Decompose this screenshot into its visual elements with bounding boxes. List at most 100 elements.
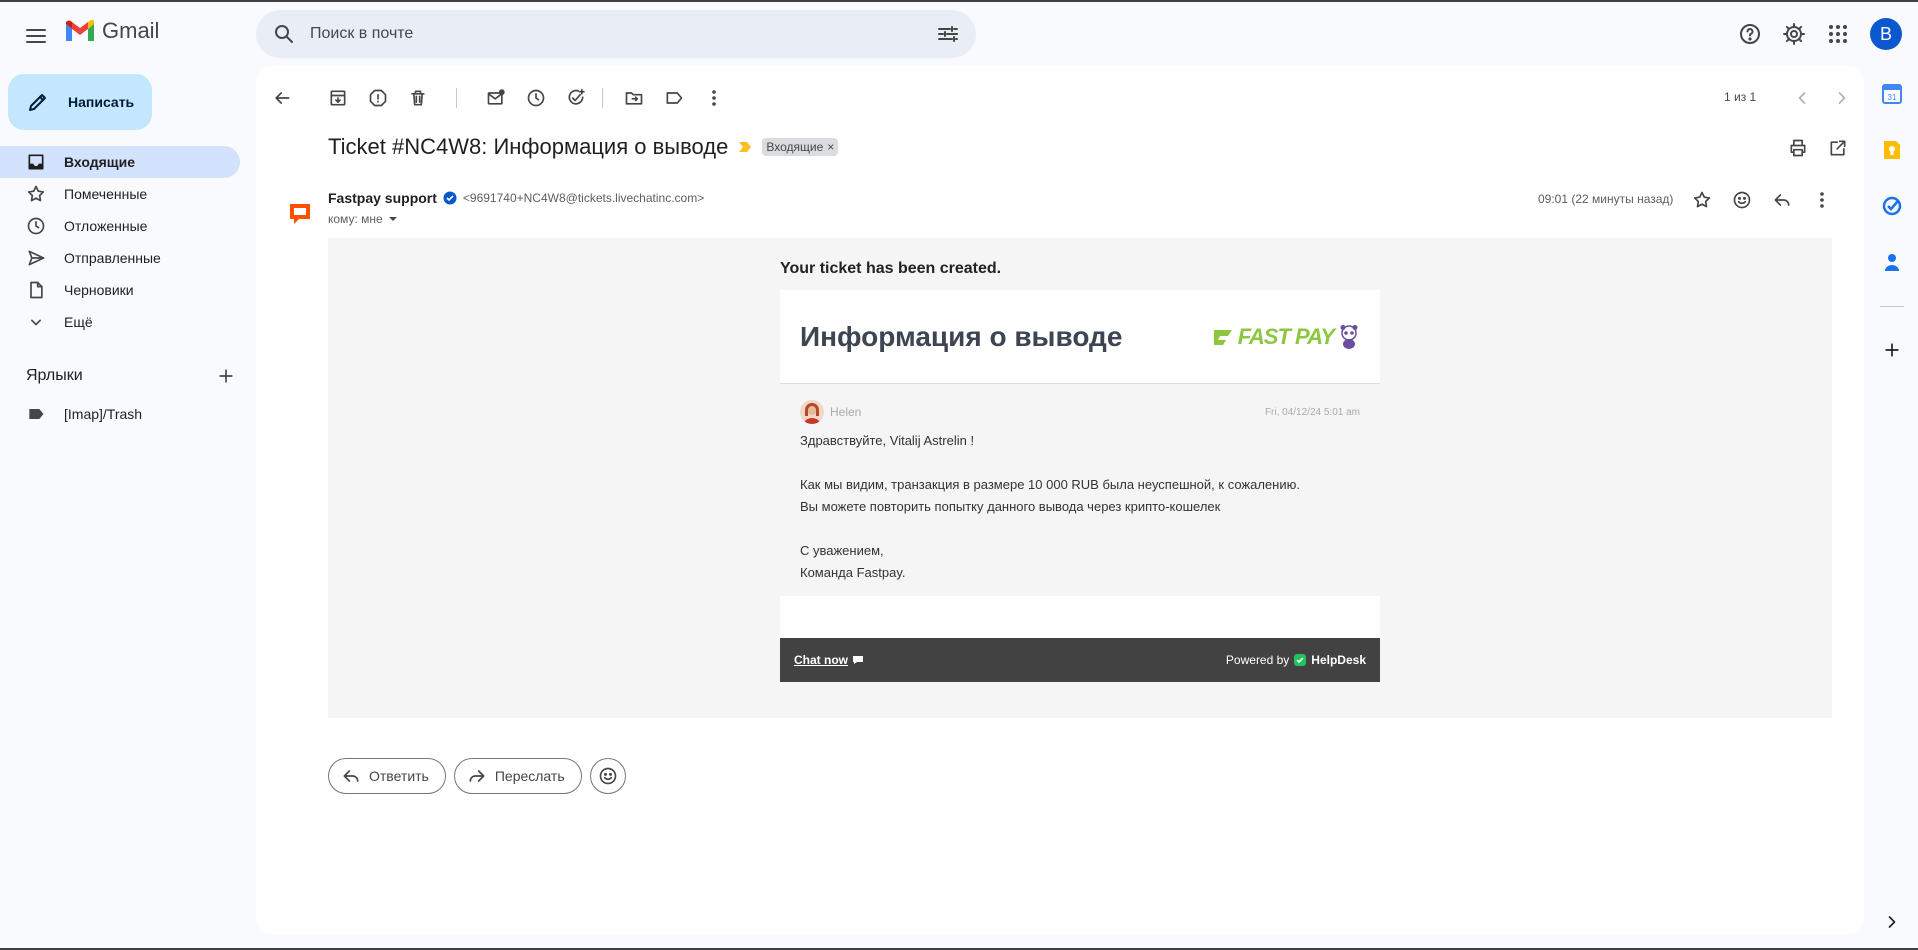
- powered-by: Powered by HelpDesk: [1226, 653, 1366, 667]
- report-spam-button[interactable]: [358, 78, 398, 118]
- sender-email: <9691740+NC4W8@tickets.livechatinc.com>: [462, 191, 705, 205]
- reply-button[interactable]: [1766, 184, 1798, 216]
- help-button[interactable]: [1734, 18, 1766, 50]
- reply-label: Ответить: [369, 768, 429, 784]
- older-button[interactable]: [1822, 78, 1862, 118]
- report-icon: [369, 89, 387, 107]
- sidebar-item-snoozed[interactable]: Отложенные: [0, 210, 240, 242]
- reply-icon: [343, 770, 359, 782]
- mark-unread-button[interactable]: [476, 78, 516, 118]
- contacts-app-button[interactable]: [1878, 248, 1906, 276]
- add-task-button[interactable]: [556, 78, 596, 118]
- open-in-new-icon: [1830, 140, 1846, 156]
- help-icon: [1740, 24, 1760, 44]
- print-button[interactable]: [1778, 128, 1818, 168]
- greeting-line: Здравствуйте, Vitalij Astrelin !: [800, 433, 975, 448]
- card-spacer: [780, 596, 1380, 638]
- recipients-toggle[interactable]: кому: мне: [328, 212, 399, 226]
- back-button[interactable]: [262, 78, 302, 118]
- get-addons-button[interactable]: [1878, 336, 1906, 364]
- newer-button[interactable]: [1782, 78, 1822, 118]
- star-icon: [1693, 191, 1711, 208]
- verified-icon: [443, 191, 457, 205]
- label-chip[interactable]: Входящие ×: [762, 138, 839, 156]
- sidebar-item-inbox[interactable]: Входящие: [0, 146, 240, 178]
- calendar-app-button[interactable]: 31: [1878, 80, 1906, 108]
- sidebar-item-label: Отправленные: [64, 250, 161, 266]
- recipients-text: кому: мне: [328, 212, 383, 226]
- chat-now-link[interactable]: Chat now: [794, 653, 864, 667]
- account-avatar[interactable]: В: [1870, 18, 1902, 50]
- archive-button[interactable]: [318, 78, 358, 118]
- chevron-left-icon: [1798, 92, 1806, 104]
- delete-button[interactable]: [398, 78, 438, 118]
- apps-grid-icon: [1829, 25, 1847, 43]
- sidebar-item-drafts[interactable]: Черновики: [0, 274, 240, 306]
- ticket-card: Информация о выводе FAST PAY Helen Fri, …: [780, 290, 1380, 682]
- sidebar-item-starred[interactable]: Помеченные: [0, 178, 240, 210]
- signature-line: Команда Fastpay.: [800, 565, 906, 580]
- tasks-app-button[interactable]: [1878, 192, 1906, 220]
- search-icon[interactable]: [272, 22, 296, 46]
- settings-button[interactable]: [1778, 18, 1810, 50]
- contacts-icon: [1885, 254, 1899, 271]
- search-input[interactable]: [310, 25, 936, 43]
- more-actions-button[interactable]: [694, 78, 734, 118]
- search-bar[interactable]: [256, 10, 976, 58]
- hamburger-icon: [26, 29, 46, 43]
- labels-button[interactable]: [654, 78, 694, 118]
- chat-now-text: Chat now: [794, 653, 848, 667]
- tasks-icon: [1882, 196, 1902, 216]
- gmail-m-icon: [66, 19, 94, 41]
- mark-unread-icon: [487, 89, 505, 105]
- apps-button[interactable]: [1822, 18, 1854, 50]
- agent-name: Helen: [830, 405, 862, 419]
- sidebar-label-text: [Imap]/Trash: [64, 406, 143, 422]
- reply-action-button[interactable]: Ответить: [328, 758, 446, 794]
- agent-avatar: [800, 400, 824, 424]
- importance-marker-icon[interactable]: [738, 141, 752, 153]
- print-icon: [1790, 139, 1806, 157]
- sidebar-item-label: Помеченные: [64, 186, 148, 202]
- snooze-button[interactable]: [516, 78, 556, 118]
- keep-app-button[interactable]: [1878, 136, 1906, 164]
- body-line: Как мы видим, транзакция в размере 10 00…: [800, 477, 1300, 492]
- compose-button[interactable]: Написать: [8, 74, 152, 130]
- caret-down-icon: [388, 217, 397, 221]
- agent-photo-icon: [804, 403, 820, 424]
- powered-by-text: Powered by: [1225, 653, 1290, 667]
- chevron-right-icon: [1838, 92, 1846, 104]
- open-new-window-button[interactable]: [1818, 128, 1858, 168]
- sender-name[interactable]: Fastpay support: [328, 190, 437, 206]
- sidebar-item-more[interactable]: Ещё: [0, 306, 240, 338]
- labels-header: Ярлыки: [26, 366, 236, 386]
- gmail-logo[interactable]: Gmail: [64, 18, 159, 44]
- toolbar-separator: [602, 88, 603, 108]
- sidebar-label-trash[interactable]: [Imap]/Trash: [0, 400, 240, 428]
- sidebar-nav: Входящие Помеченные Отложенные Отправлен…: [0, 146, 240, 338]
- email-body: Your ticket has been created. Информация…: [328, 238, 1832, 718]
- search-options-icon[interactable]: [936, 22, 960, 46]
- add-reaction-button[interactable]: [1726, 184, 1758, 216]
- sidebar-item-label: Отложенные: [64, 218, 148, 234]
- folder-move-icon: [625, 92, 643, 105]
- star-button[interactable]: [1686, 184, 1718, 216]
- message-more-button[interactable]: [1806, 184, 1838, 216]
- reply-actions: Ответить Переслать: [328, 758, 626, 794]
- emoji-reaction-button[interactable]: [589, 758, 626, 794]
- label-icon: [666, 92, 683, 104]
- clock-icon: [527, 89, 545, 107]
- archive-icon: [330, 90, 346, 106]
- more-vert-icon: [712, 90, 716, 106]
- add-label-icon[interactable]: [216, 366, 236, 386]
- chevron-right-icon: [1888, 916, 1896, 928]
- remove-label-icon[interactable]: ×: [827, 140, 834, 154]
- move-to-button[interactable]: [614, 78, 654, 118]
- label-chip-text: Входящие: [766, 140, 824, 154]
- calendar-icon: 31: [1882, 84, 1902, 104]
- sidebar-item-sent[interactable]: Отправленные: [0, 242, 240, 274]
- inbox-icon: [28, 154, 44, 170]
- main-menu-button[interactable]: [16, 16, 56, 56]
- forward-button[interactable]: Переслать: [453, 758, 582, 794]
- hide-side-panel-button[interactable]: [1878, 908, 1906, 936]
